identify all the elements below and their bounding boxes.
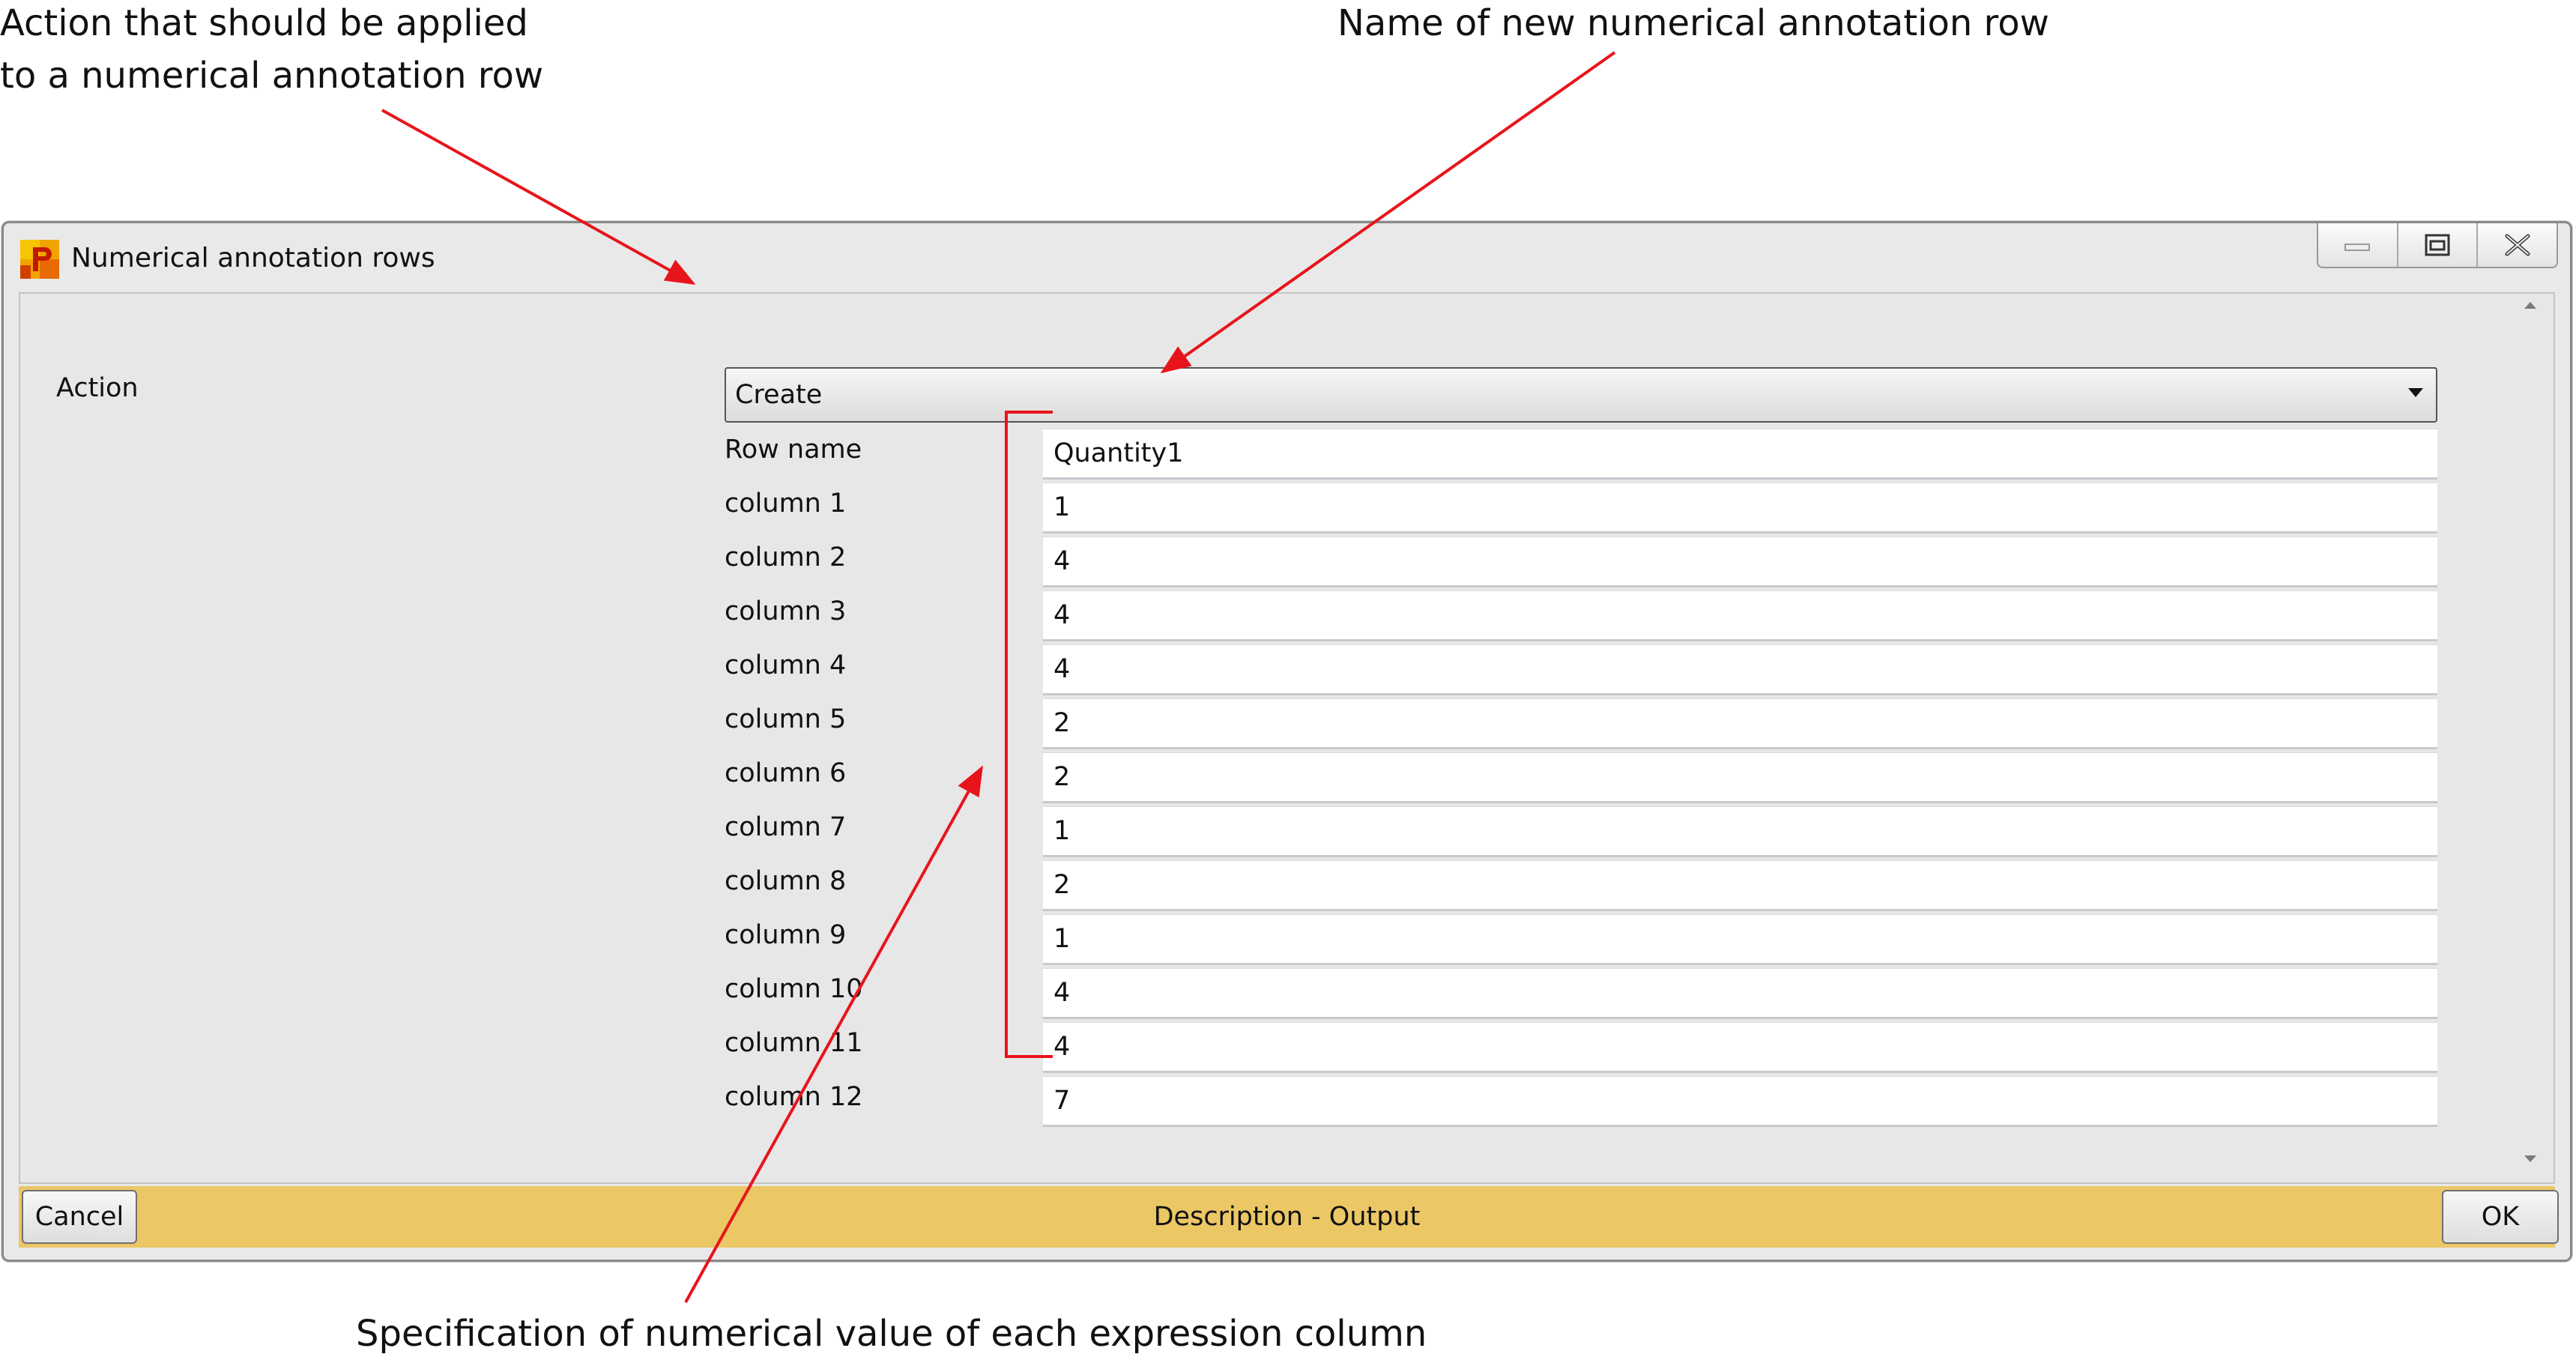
scroll-down-icon[interactable] [2523, 1152, 2538, 1167]
screenshot-stage: Action that should be applied to a numer… [0, 0, 2576, 1360]
column-3-input[interactable] [1043, 590, 2437, 641]
column-11-label: column 11 [725, 1028, 863, 1058]
column-12-label: column 12 [725, 1082, 863, 1112]
column-1-input[interactable] [1043, 483, 2437, 534]
column-9-label: column 9 [725, 920, 847, 950]
column-12-input[interactable] [1043, 1076, 2437, 1127]
title-bar[interactable]: Numerical annotation rows [4, 223, 2570, 292]
dialog-window: Numerical annotation rows Action Create … [1, 221, 2572, 1262]
window-title: Numerical annotation rows [71, 243, 435, 273]
callout-row-name: Name of new numerical annotation row [1337, 2, 2049, 44]
app-logo-icon [20, 240, 59, 279]
column-10-input[interactable] [1043, 968, 2437, 1019]
column-2-input[interactable] [1043, 537, 2437, 587]
column-9-input[interactable] [1043, 914, 2437, 965]
column-6-label: column 6 [725, 758, 847, 788]
column-10-label: column 10 [725, 974, 863, 1004]
row-name-input[interactable] [1043, 429, 2437, 480]
maximize-button[interactable] [2398, 223, 2479, 267]
column-5-input[interactable] [1043, 698, 2437, 749]
ok-button[interactable]: OK [2442, 1190, 2559, 1244]
column-7-label: column 7 [725, 812, 847, 842]
minimize-button[interactable] [2318, 223, 2398, 267]
column-4-input[interactable] [1043, 644, 2437, 695]
chevron-down-icon [2407, 387, 2424, 401]
description-bar: Description - Output [19, 1186, 2555, 1248]
column-8-input[interactable] [1043, 860, 2437, 911]
column-5-label: column 5 [725, 704, 847, 734]
dialog-content: Action Create Row name column 1 column 2… [19, 292, 2555, 1184]
scroll-up-icon[interactable] [2523, 298, 2538, 312]
description-text: Description - Output [1153, 1202, 1421, 1232]
vertical-scrollbar[interactable] [2506, 292, 2554, 1162]
action-dropdown[interactable]: Create [725, 367, 2437, 423]
column-6-input[interactable] [1043, 752, 2437, 803]
callout-action-line-2: to a numerical annotation row [0, 55, 544, 97]
column-11-input[interactable] [1043, 1022, 2437, 1073]
column-3-label: column 3 [725, 596, 847, 626]
column-2-label: column 2 [725, 543, 847, 572]
column-1-label: column 1 [725, 489, 847, 519]
cancel-button[interactable]: Cancel [22, 1190, 137, 1244]
callout-action-line-1: Action that should be applied [0, 2, 528, 44]
column-8-label: column 8 [725, 866, 847, 896]
action-label: Action [56, 373, 139, 403]
window-controls [2317, 223, 2558, 268]
callout-column-values: Specification of numerical value of each… [356, 1313, 1427, 1355]
row-name-label: Row name [725, 435, 862, 465]
action-selected-value: Create [735, 380, 823, 410]
column-4-label: column 4 [725, 650, 847, 680]
close-button[interactable] [2478, 223, 2557, 267]
callout-action: Action that should be applied to a numer… [0, 0, 543, 102]
column-7-input[interactable] [1043, 806, 2437, 857]
